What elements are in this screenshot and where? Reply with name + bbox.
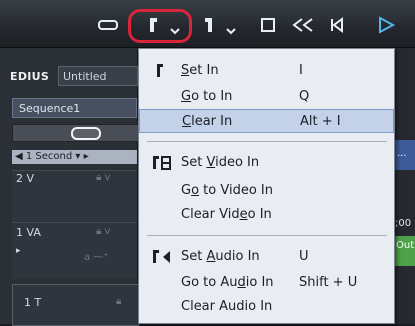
set-out-menu-arrow[interactable] xyxy=(224,20,238,42)
menu-item-shortcut: U xyxy=(299,249,309,264)
menu-item-label: Set Video In xyxy=(181,155,260,170)
clip-fragment-out[interactable]: Out xyxy=(395,236,415,266)
highlight-ring xyxy=(128,9,192,43)
track-label: 1 T xyxy=(24,296,42,309)
project-name-field[interactable]: Untitled xyxy=(58,66,138,86)
audio-waveform-icon[interactable]: a ⁓⁺ xyxy=(84,252,109,263)
player-toolbar xyxy=(0,0,415,48)
timecode-fragment: ;00 xyxy=(395,218,412,229)
menu-item-go-to-in[interactable]: Go to In Q xyxy=(139,85,394,109)
play-icon xyxy=(379,16,396,34)
menu-item-label: Go to In xyxy=(181,89,233,104)
step-back-icon xyxy=(331,17,343,33)
menu-item-shortcut: Alt + I xyxy=(300,114,341,129)
zoom-slider-thumb[interactable] xyxy=(71,127,101,140)
loop-icon xyxy=(98,20,118,30)
tab-sequence1[interactable]: Sequence1 xyxy=(12,98,137,118)
out-point-icon xyxy=(205,18,212,32)
stop-icon xyxy=(261,18,275,32)
timescale-select[interactable]: ◀ 1 Second ▾ ▸ xyxy=(12,150,137,164)
audio-in-icon xyxy=(153,250,170,263)
lock-icon[interactable]: 🔒︎ xyxy=(116,296,121,307)
lock-icon[interactable]: 🔒︎ v xyxy=(96,226,110,237)
stop-button[interactable] xyxy=(258,14,278,36)
menu-item-clear-video-in[interactable]: Clear Video In xyxy=(139,203,394,227)
step-back-button[interactable] xyxy=(326,14,350,36)
set-out-button[interactable] xyxy=(200,14,218,36)
menu-item-label: Go to Audio In xyxy=(181,275,274,290)
play-button[interactable] xyxy=(374,14,398,36)
menu-item-shortcut: Q xyxy=(299,89,310,104)
loop-button[interactable] xyxy=(96,14,120,36)
menu-item-label: Clear In xyxy=(182,114,233,129)
lock-icon[interactable]: 🔒︎ v xyxy=(96,172,110,183)
in-point-icon xyxy=(157,64,163,77)
track-label: 1 VA xyxy=(16,226,41,239)
timescale-value: 1 Second xyxy=(25,151,73,162)
rewind-button[interactable] xyxy=(290,14,316,36)
chevron-down-icon xyxy=(226,28,236,35)
menu-separator xyxy=(147,141,387,142)
menu-item-label: Clear Audio In xyxy=(181,299,273,314)
menu-item-go-to-video-in[interactable]: Go to Video In xyxy=(139,179,394,203)
menu-item-label: Clear Video In xyxy=(181,207,272,222)
menu-item-label: Set Audio In xyxy=(181,249,260,264)
track-label: 2 V xyxy=(16,172,35,185)
menu-item-clear-audio-in[interactable]: Clear Audio In xyxy=(139,295,394,319)
menu-item-clear-in[interactable]: Clear In Alt + I xyxy=(139,109,394,133)
menu-item-set-video-in[interactable]: Set Video In xyxy=(139,151,394,175)
rewind-icon xyxy=(292,18,313,32)
clip-fragment[interactable]: ... xyxy=(395,140,415,170)
timeline-area xyxy=(395,48,415,324)
menu-item-shortcut: I xyxy=(299,63,303,78)
app-logo: EDIUS xyxy=(10,70,50,83)
menu-item-go-to-audio-in[interactable]: Go to Audio In Shift + U xyxy=(139,271,394,295)
menu-separator xyxy=(147,235,387,236)
menu-item-label: Set In xyxy=(181,63,219,78)
zoom-slider[interactable] xyxy=(12,124,139,142)
menu-item-shortcut: Shift + U xyxy=(299,275,358,290)
menu-item-set-audio-in[interactable]: Set Audio In U xyxy=(139,245,394,269)
menu-item-label: Go to Video In xyxy=(181,183,273,198)
expand-arrow-icon[interactable]: ▸ xyxy=(16,246,21,256)
set-in-dropdown-menu: Set In I Go to In Q Clear In Alt + I Set… xyxy=(138,48,395,324)
menu-item-set-in[interactable]: Set In I xyxy=(139,59,394,83)
video-in-icon xyxy=(153,156,171,170)
